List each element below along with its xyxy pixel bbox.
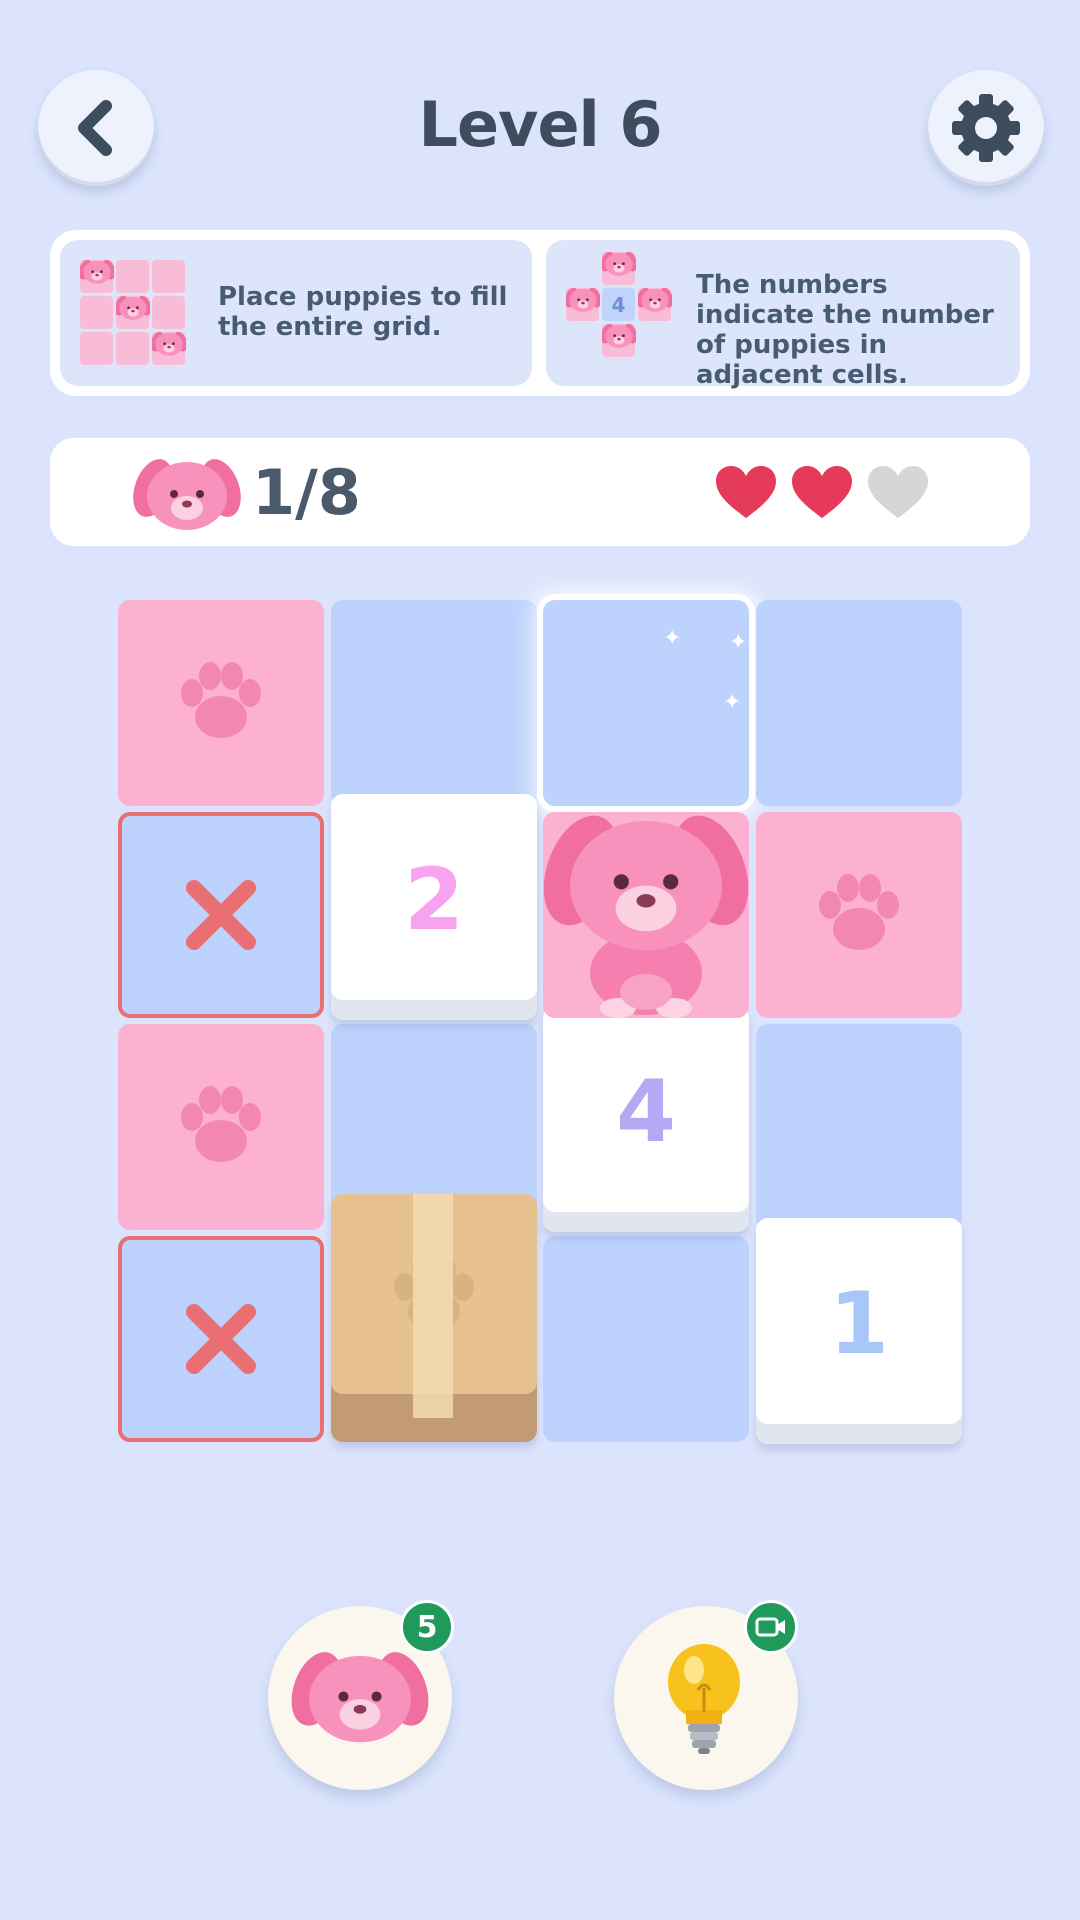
settings-button[interactable] bbox=[928, 70, 1044, 186]
grid-cell-empty[interactable] bbox=[756, 600, 962, 806]
puppy-icon bbox=[290, 1645, 430, 1743]
puppy-icon bbox=[116, 293, 150, 320]
puppy-icon bbox=[566, 285, 600, 312]
heart-full-icon bbox=[714, 464, 778, 522]
grid-cell-paw[interactable] bbox=[118, 1024, 324, 1230]
box-tape bbox=[413, 1194, 453, 1418]
cell-number: 1 bbox=[829, 1274, 889, 1374]
grid-cell-marked-x[interactable] bbox=[118, 1236, 324, 1442]
hint-button[interactable] bbox=[614, 1600, 798, 1790]
heart-empty-icon bbox=[866, 464, 930, 522]
instruction-text-fill: Place puppies to fill the entire grid. bbox=[218, 282, 508, 342]
grid-cell-number: 4 bbox=[543, 1006, 749, 1232]
watch-video-badge bbox=[744, 1600, 798, 1654]
place-puppy-button[interactable]: 5 bbox=[268, 1600, 454, 1790]
back-button[interactable] bbox=[38, 70, 154, 186]
level-title: Level 6 bbox=[418, 88, 663, 161]
chevron-left-icon bbox=[78, 100, 112, 156]
puppy-icon bbox=[602, 321, 636, 348]
instruction-text-numbers: The numbers indicate the number of puppi… bbox=[696, 270, 994, 390]
grid-cell-empty[interactable] bbox=[331, 600, 537, 806]
grid-cell-empty[interactable] bbox=[756, 1024, 962, 1230]
instructions-panel: Place puppies to fill the entire grid. 4… bbox=[50, 230, 1030, 396]
puppy-icon bbox=[638, 285, 672, 312]
grid-cell-selected[interactable]: ✦ ✦ ✦ bbox=[543, 600, 749, 806]
paw-icon bbox=[181, 662, 261, 738]
paw-icon bbox=[181, 1086, 261, 1162]
grid-cell-number: 1 bbox=[756, 1218, 962, 1444]
cell-number: 4 bbox=[616, 1062, 676, 1162]
instruction-card-numbers: 4 The numbers indicate the number of pup… bbox=[546, 240, 1020, 390]
status-bar: 1/8 bbox=[50, 438, 1030, 546]
video-camera-icon bbox=[755, 1617, 785, 1637]
lightbulb-icon bbox=[668, 1644, 740, 1754]
x-mark-icon bbox=[186, 1304, 256, 1374]
grid-cell-number: 2 bbox=[331, 794, 537, 1020]
grid-cell-marked-x[interactable] bbox=[118, 812, 324, 1018]
instruction-card-fill: Place puppies to fill the entire grid. bbox=[60, 240, 532, 386]
cell-number: 2 bbox=[404, 850, 464, 950]
grid-cell-paw[interactable] bbox=[756, 812, 962, 1018]
instruction-number: 4 bbox=[602, 288, 635, 321]
gear-icon bbox=[952, 94, 1020, 162]
heart-full-icon bbox=[790, 464, 854, 522]
grid-cell-paw[interactable] bbox=[118, 600, 324, 806]
puppy-counter: 1/8 bbox=[252, 456, 361, 529]
grid-cell-empty[interactable] bbox=[543, 1236, 749, 1442]
puppy-icon bbox=[602, 249, 636, 276]
grid-cell-puppy[interactable] bbox=[543, 805, 749, 1018]
instruction-illustration bbox=[80, 257, 188, 368]
x-mark-icon bbox=[186, 880, 256, 950]
puppy-icon bbox=[80, 257, 114, 284]
puppy-count-badge: 5 bbox=[400, 1600, 454, 1654]
grid-cell-box bbox=[331, 1194, 537, 1442]
puppy-icon bbox=[152, 329, 186, 356]
puppy-figure-icon bbox=[543, 805, 749, 1018]
paw-icon bbox=[819, 874, 899, 950]
instruction-illustration: 4 bbox=[566, 249, 674, 362]
puppy-counter-icon bbox=[132, 453, 242, 530]
